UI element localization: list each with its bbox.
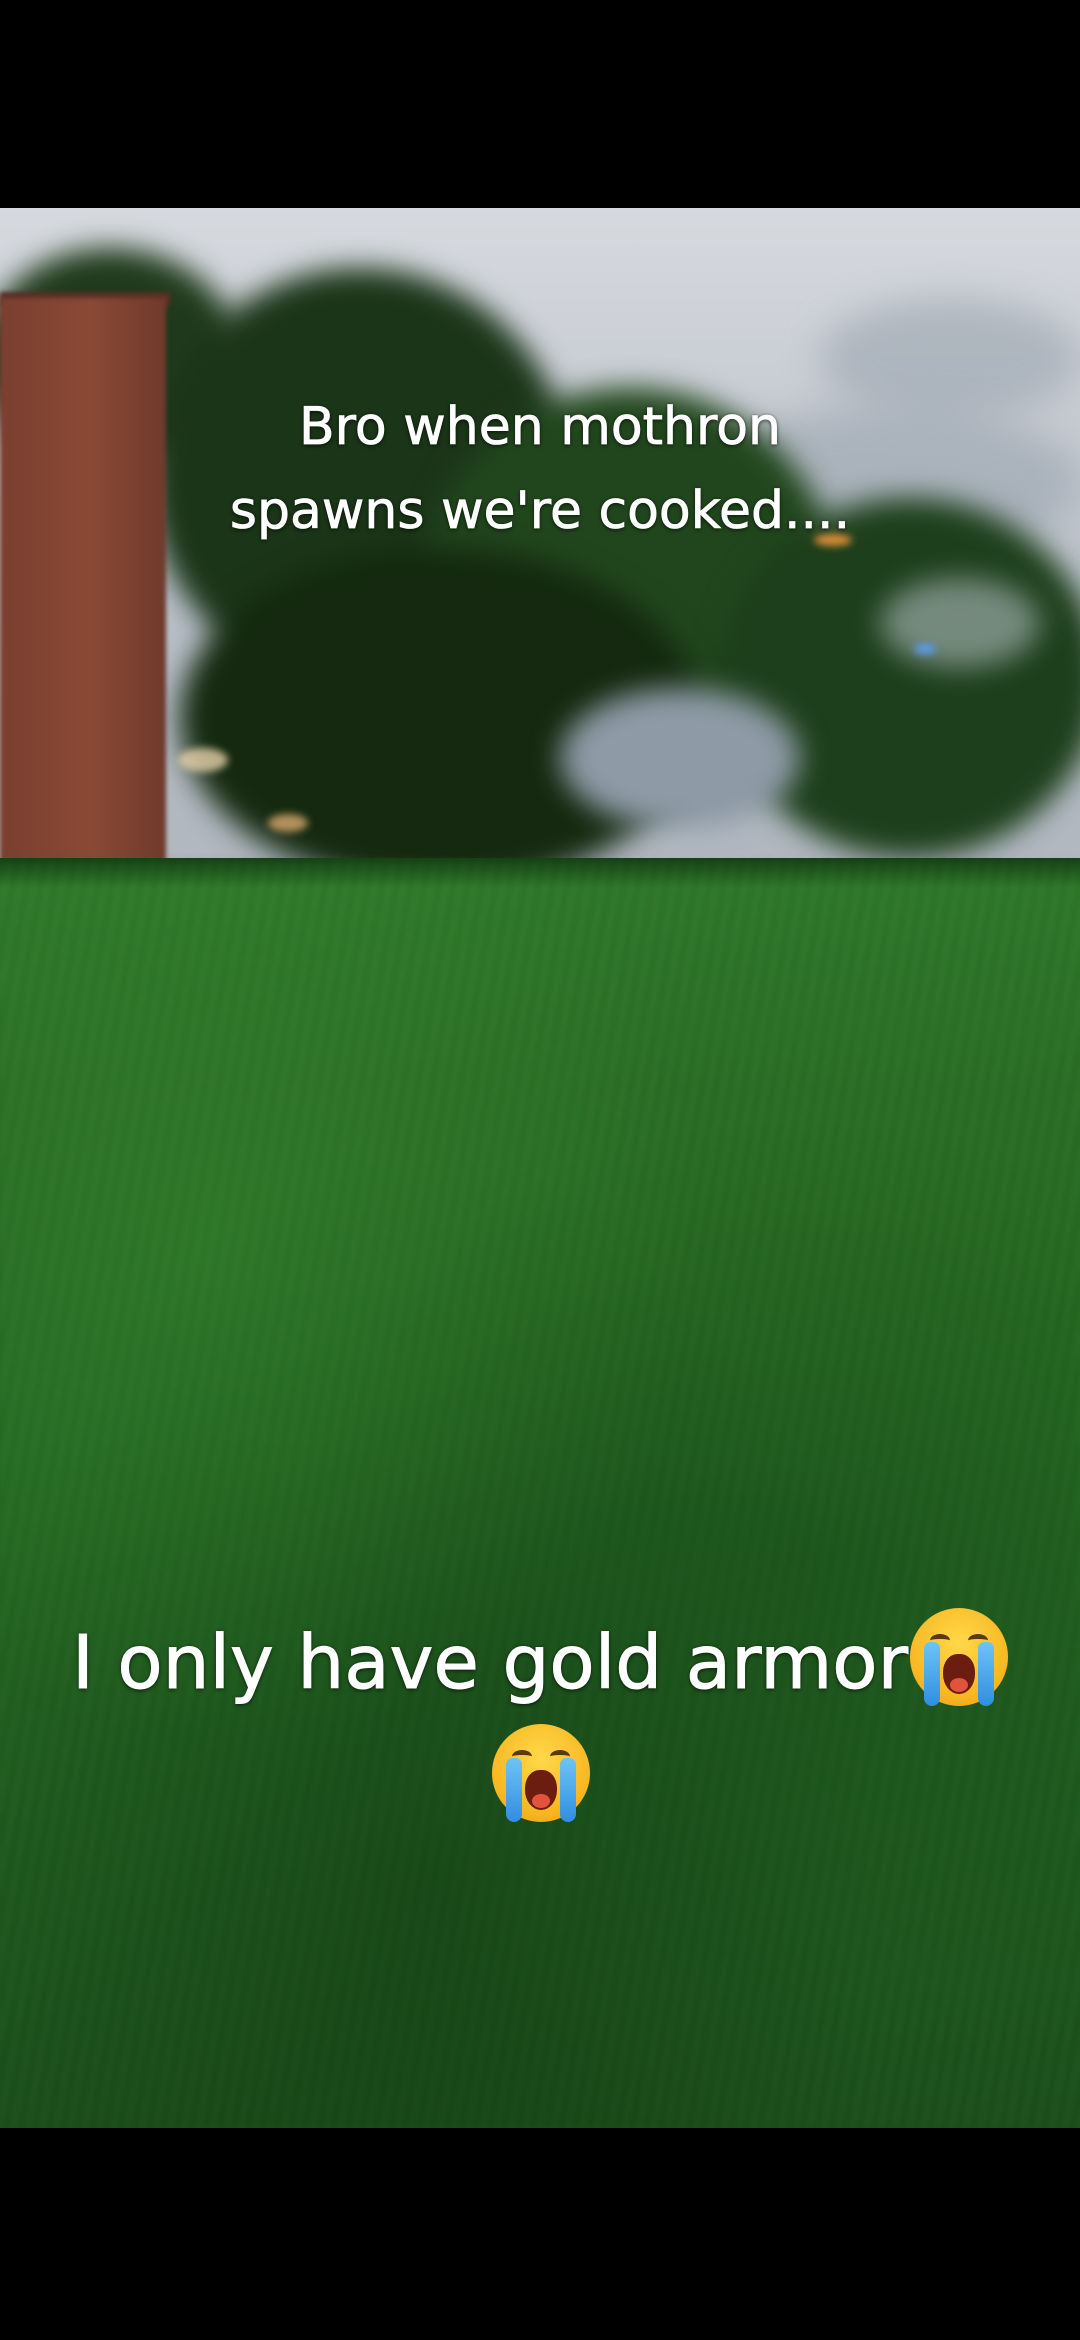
caption-bottom: I only have gold armor [0,1605,1080,1837]
caption-top-line-2: spawns we're cooked.... [229,481,851,542]
caption-bottom-line-1: I only have gold armor [0,1605,1080,1721]
letterbox-top [0,0,1080,208]
distant-light [268,814,308,832]
caption-top-line-1: Bro when mothron [298,397,782,458]
caption-bottom-text: I only have gold armor [71,1620,909,1707]
grass-texture [0,858,1080,2128]
tree-shadow [0,858,1080,888]
distant-light [178,748,228,772]
distant-light [914,644,936,654]
caption-top: Bro when mothron spawns we're cooked.... [0,385,1080,553]
letterbox-bottom [0,2128,1080,2340]
caption-bottom-line-2 [0,1721,1080,1837]
loudly-crying-face-icon [492,1724,590,1822]
loudly-crying-face-icon [910,1608,1009,1706]
